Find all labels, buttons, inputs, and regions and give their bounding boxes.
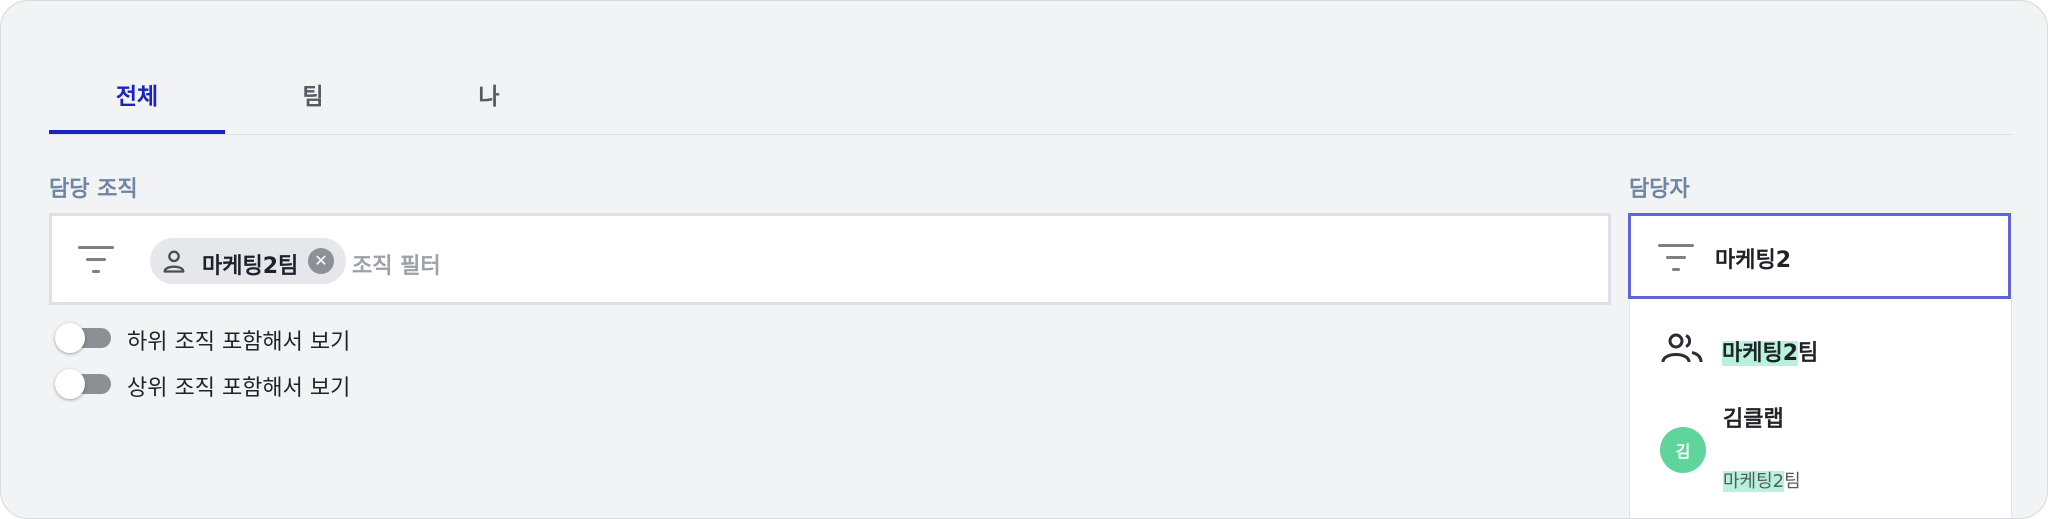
tab-team[interactable]: 팀 [225, 53, 401, 135]
toggle-knob [55, 323, 85, 353]
assignee-label: 담당자 [1629, 177, 1690, 202]
tab-me-label: 나 [478, 84, 500, 110]
tab-me[interactable]: 나 [401, 53, 577, 135]
search-match-highlight: 마케팅2 [1723, 471, 1785, 492]
org-filter-input[interactable]: 마케팅2팀 ✕ 조직 필터 [49, 213, 1611, 305]
org-chip: 마케팅2팀 ✕ [150, 238, 346, 284]
assignee-search-value: 마케팅2 [1715, 248, 1792, 273]
tab-all-label: 전체 [115, 84, 159, 110]
team-option-name: 마케팅2팀 [1722, 335, 1818, 367]
avatar: 김 [1660, 427, 1706, 473]
include-parent-org-label: 상위 조직 포함해서 보기 [127, 376, 351, 401]
user-option-name: 김클랩 [1723, 407, 1784, 432]
user-option-team: 마케팅2팀 [1723, 467, 1801, 493]
group-icon [1661, 333, 1703, 363]
org-filter-placeholder: 조직 필터 [352, 254, 441, 279]
tab-all[interactable]: 전체 [49, 53, 225, 135]
dropdown-option-team[interactable]: 마케팅2팀 [1630, 299, 2011, 393]
filter-icon [78, 246, 114, 276]
assignee-search-input[interactable]: 마케팅2 [1628, 213, 2011, 299]
org-chip-label: 마케팅2팀 [202, 254, 299, 279]
org-filter-label: 담당 조직 [49, 177, 138, 202]
chip-remove-icon[interactable]: ✕ [308, 248, 334, 274]
tab-team-label: 팀 [302, 84, 324, 110]
assignee-dropdown: 마케팅2팀 김 김클랩 마케팅2팀 [1629, 299, 2012, 518]
team-option-suffix: 팀 [1798, 341, 1819, 366]
search-match-highlight: 마케팅2 [1722, 341, 1799, 366]
toggle-knob [55, 369, 85, 399]
filter-panel: 전체 팀 나 담당 조직 마케팅2팀 ✕ 조직 필터 하위 조직 포함해서 보기… [0, 0, 2048, 519]
person-icon [163, 250, 185, 273]
filter-icon [1658, 244, 1694, 274]
dropdown-option-user[interactable]: 김 김클랩 마케팅2팀 [1630, 393, 2011, 518]
include-sub-org-label: 하위 조직 포함해서 보기 [127, 330, 351, 355]
scope-tabs: 전체 팀 나 [49, 53, 2013, 135]
user-option-team-suffix: 팀 [1784, 471, 1801, 492]
include-sub-org-toggle[interactable] [55, 323, 115, 353]
include-parent-org-toggle[interactable] [55, 369, 115, 399]
tabs-divider [49, 134, 2013, 135]
